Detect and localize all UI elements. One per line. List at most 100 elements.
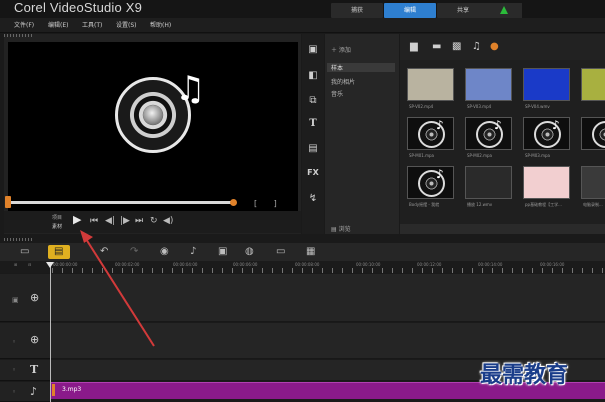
end-button[interactable]: ⏭: [135, 216, 143, 226]
title-track-icon[interactable]: T: [30, 364, 38, 376]
title-bar: Corel VideoStudio X9 捕获 编辑 共享: [0, 0, 605, 18]
motion-tracking-icon[interactable]: ◍: [245, 246, 254, 258]
clip-start-marker: [52, 384, 55, 396]
path-icon[interactable]: ↯: [305, 193, 321, 204]
menu-settings[interactable]: 设置(S): [116, 20, 137, 29]
music-track-header: [0, 382, 50, 402]
scrub-bar[interactable]: [8, 201, 233, 204]
library-thumbnail[interactable]: [581, 166, 605, 199]
music-disc-icon: [592, 121, 605, 148]
library-thumbnail[interactable]: [465, 68, 512, 101]
upload-button[interactable]: [486, 3, 522, 18]
music-note-icon: ♪: [436, 167, 444, 181]
library-thumbnail[interactable]: ♪: [465, 117, 512, 150]
transition-icon[interactable]: ⧉: [305, 95, 321, 106]
thumbnail-caption: Body摇摆 - 我就: [409, 202, 440, 207]
library-thumbnail[interactable]: ♪: [407, 166, 454, 199]
menu-file[interactable]: 文件(F): [14, 20, 34, 29]
add-folder-button[interactable]: ＋ 添加: [331, 45, 351, 54]
track-visibility-icon[interactable]: ◦: [12, 388, 16, 396]
sort-icon[interactable]: ●: [490, 41, 499, 53]
graphic-icon[interactable]: ▤: [305, 143, 321, 154]
ruler-ticks: [52, 268, 605, 273]
app-title: Corel VideoStudio X9: [14, 0, 143, 15]
instant-project-icon[interactable]: ◧: [305, 70, 321, 81]
auto-music-icon[interactable]: ▣: [218, 246, 227, 258]
tab-capture[interactable]: 捕获: [331, 3, 383, 18]
add-label: 添加: [338, 47, 351, 54]
timeline-grip[interactable]: [4, 238, 34, 241]
fx-filter-icon[interactable]: FX: [305, 168, 321, 177]
ruler-label: 00:00:00:00: [53, 262, 78, 267]
menu-tools[interactable]: 工具(T): [82, 20, 102, 29]
upload-arrow-icon: [500, 6, 508, 14]
next-frame-button[interactable]: |▶: [120, 216, 130, 226]
tab-share[interactable]: 共享: [437, 3, 489, 18]
menu-help[interactable]: 帮助(H): [150, 20, 171, 29]
speaker-cone: [143, 105, 163, 125]
library-thumbnail[interactable]: [523, 68, 570, 101]
audio-mixer-icon[interactable]: ♪: [190, 246, 196, 258]
track-visibility-icon[interactable]: ◦: [12, 366, 16, 374]
playhead[interactable]: [46, 262, 54, 268]
folder-icon[interactable]: ▆: [410, 41, 418, 53]
video-track-icon[interactable]: ⊕: [30, 292, 39, 304]
library-thumbnail[interactable]: ♪: [407, 117, 454, 150]
redo-icon[interactable]: ↷: [130, 246, 138, 258]
menu-edit[interactable]: 编辑(E): [48, 20, 68, 29]
ruler-label: 00:00:04:00: [173, 262, 198, 267]
panel-grip[interactable]: [4, 34, 34, 37]
title-icon[interactable]: T: [305, 118, 321, 129]
previous-frame-button[interactable]: ◀|: [105, 216, 115, 226]
record-capture-icon[interactable]: ◉: [160, 246, 169, 258]
fit-project-icon[interactable]: ⊞: [14, 262, 17, 267]
library-thumbnail[interactable]: [581, 68, 605, 101]
trim-end-handle[interactable]: [230, 199, 237, 206]
overlay-track[interactable]: [51, 323, 605, 359]
timeline-view-icon: ▤: [54, 246, 64, 257]
library-thumbnail[interactable]: [407, 68, 454, 101]
ruler-label: 00:00:02:00: [115, 262, 140, 267]
storyboard-view-icon[interactable]: ▭: [20, 246, 29, 258]
library-thumbnail[interactable]: [523, 166, 570, 199]
show-video-icon[interactable]: ▬: [432, 41, 441, 53]
zoom-icon[interactable]: ⊟: [28, 262, 31, 267]
home-button[interactable]: ⏮: [90, 216, 98, 226]
thumbnail-caption: SP-M02.mpa: [467, 153, 493, 158]
ruler-label: 00:00:08:00: [295, 262, 320, 267]
library-thumbnail[interactable]: ♪: [581, 117, 605, 150]
ruler-label: 00:00:12:00: [417, 262, 442, 267]
nav-item-my-photos[interactable]: 我的相片: [331, 77, 355, 86]
music-note-icon: ♫: [175, 69, 206, 109]
audio-clip-label: 3.mp3: [62, 386, 82, 393]
library-thumbnail[interactable]: [465, 166, 512, 199]
track-menu-icon[interactable]: ▣: [12, 296, 19, 304]
tab-edit[interactable]: 编辑: [384, 3, 436, 18]
repeat-button[interactable]: ↻: [150, 216, 158, 226]
browse-button[interactable]: ▤ 浏览: [331, 224, 351, 233]
ruler-label: 00:00:14:00: [478, 262, 503, 267]
project-mode-label[interactable]: 项目: [52, 214, 62, 221]
library-thumbnail[interactable]: ♪: [523, 117, 570, 150]
subtitle-icon[interactable]: ▭: [276, 246, 285, 258]
trim-start-handle[interactable]: [5, 196, 11, 208]
clip-mode-label[interactable]: 素材: [52, 223, 62, 230]
nav-item-samples[interactable]: 样本: [327, 63, 395, 72]
ruler-label: 00:00:10:00: [356, 262, 381, 267]
multi-camera-icon[interactable]: ▦: [306, 246, 315, 258]
play-button[interactable]: ▶: [73, 214, 81, 225]
mark-in-out-buttons[interactable]: [ ]: [254, 199, 284, 208]
track-visibility-icon[interactable]: ◦: [12, 338, 16, 346]
library-side-toolbar: [302, 34, 324, 234]
media-icon[interactable]: ▣: [305, 44, 321, 55]
video-track[interactable]: [51, 274, 605, 322]
music-track-icon[interactable]: ♪: [30, 386, 37, 398]
music-note-icon: ♪: [552, 118, 560, 132]
overlay-track-icon[interactable]: ⊕: [30, 334, 39, 346]
show-photo-icon[interactable]: ▩: [452, 41, 461, 53]
thumbnail-caption: SP-V03.mp4: [467, 104, 492, 109]
undo-icon[interactable]: ↶: [100, 246, 108, 258]
nav-item-music[interactable]: 音乐: [331, 89, 343, 98]
volume-button[interactable]: ◀): [163, 216, 173, 226]
show-audio-icon[interactable]: ♫: [472, 41, 481, 53]
